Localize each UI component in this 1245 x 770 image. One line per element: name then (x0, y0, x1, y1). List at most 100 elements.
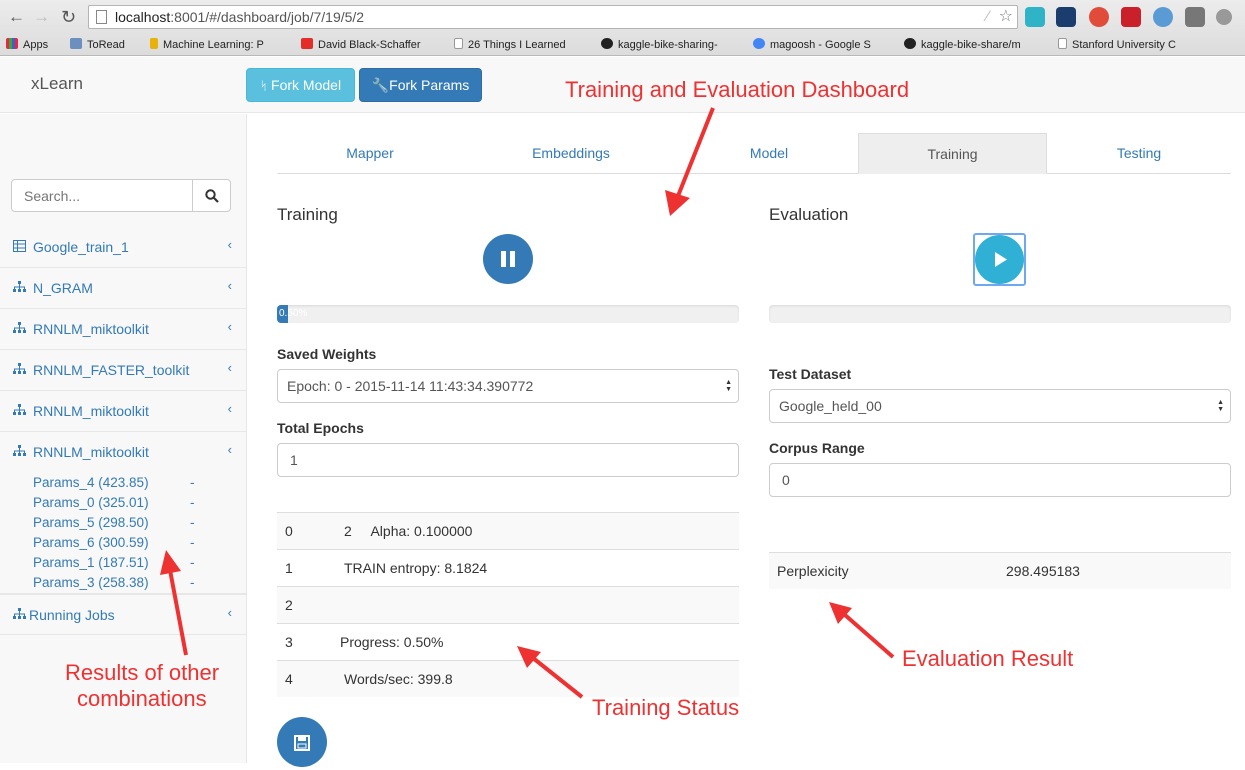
dashboard-tabs: Mapper Embeddings Model Training Testing (277, 133, 1231, 174)
bookmark-machine-learning[interactable]: Machine Learning: P (150, 38, 264, 51)
chevron-left-icon: ‹ (227, 442, 232, 457)
sitemap-icon (13, 363, 26, 374)
tab-training[interactable]: Training (858, 133, 1047, 174)
evaluation-result-row: Perplexicity 298.495183 (769, 552, 1231, 589)
sitemap-icon (13, 281, 26, 292)
chevron-left-icon: ‹ (227, 319, 232, 334)
brand[interactable]: xLearn (31, 74, 83, 94)
bookmark-star-icon[interactable]: ☆ (999, 6, 1013, 28)
annotation-training-status: Training Status (592, 695, 740, 720)
sidebar-item-rnnlm-2[interactable]: RNNLM_miktoolkit ‹ (0, 391, 246, 432)
browser-chrome: ← → ↻ localhost:8001/#/dashboard/job/7/1… (0, 0, 1245, 56)
training-title: Training (277, 205, 338, 224)
select-arrows-icon: ▲ ▼ (725, 379, 732, 393)
youtube-icon (301, 38, 313, 49)
extension-bug-icon[interactable] (1216, 9, 1232, 25)
sidebar-item-rnnlm-1[interactable]: RNNLM_miktoolkit ‹ (0, 309, 246, 350)
sidebar-item-running-jobs[interactable]: Running Jobs ‹ (0, 594, 246, 635)
search-icon (205, 189, 219, 203)
extension-c-icon[interactable] (1025, 7, 1045, 27)
table-row: 1 TRAIN entropy: 8.1824 (277, 549, 739, 586)
sitemap-icon (13, 445, 26, 456)
params-item[interactable]: Params_3 (258.38) - (33, 575, 195, 590)
fork-params-button[interactable]: 🔧Fork Params (359, 68, 482, 102)
table-row: 3 Progress: 0.50% (277, 623, 739, 660)
back-icon[interactable]: ← (8, 6, 25, 28)
select-arrows-icon: ▲ ▼ (1217, 399, 1224, 413)
annotation-other-results-2: combinations (77, 686, 207, 711)
wrench-icon: 🔧 (371, 77, 390, 93)
annotation-evaluation-result: Evaluation Result (902, 646, 1074, 671)
extension-v-icon[interactable] (1153, 7, 1173, 27)
params-item[interactable]: Params_0 (325.01) - (33, 495, 195, 510)
table-row: 4 Words/sec: 399.8 (277, 660, 739, 697)
sidebar-item-rnnlm-faster[interactable]: RNNLM_FASTER_toolkit ‹ (0, 350, 246, 391)
pause-button[interactable] (483, 234, 533, 284)
corpus-range-label: Corpus Range (769, 440, 865, 456)
chevron-left-icon: ‹ (227, 605, 232, 620)
training-progress-text: 0.50% (279, 308, 308, 319)
tab-model[interactable]: Model (677, 133, 861, 174)
result-value: 298.495183 (1006, 563, 1080, 579)
sitemap-icon (13, 404, 26, 415)
evaluation-progress (769, 305, 1231, 323)
params-item[interactable]: Params_5 (298.50) - (33, 515, 195, 530)
evaluation-title: Evaluation (769, 205, 849, 224)
search-button[interactable] (192, 180, 230, 211)
pause-icon (501, 251, 515, 267)
bookmark-magoosh[interactable]: magoosh - Google S (753, 38, 871, 51)
save-button[interactable] (277, 717, 327, 767)
extension-stop-icon[interactable] (1121, 7, 1141, 27)
result-label: Perplexicity (777, 563, 849, 579)
extension-robot-icon[interactable] (1185, 7, 1205, 27)
favicon-icon (150, 38, 158, 49)
bookmark-david[interactable]: David Black-Schaffer (301, 38, 421, 51)
sitemap-icon (13, 608, 26, 619)
tab-embeddings[interactable]: Embeddings (473, 133, 669, 174)
table-row: 2 (277, 586, 739, 623)
saved-weights-label: Saved Weights (277, 346, 377, 362)
page-icon (1058, 38, 1067, 49)
test-dataset-label: Test Dataset (769, 366, 852, 382)
total-epochs-input[interactable]: 1 (277, 443, 739, 477)
sidebar-item-n-gram[interactable]: N_GRAM ‹ (0, 268, 246, 309)
page-icon (454, 38, 463, 49)
extension-chart-icon[interactable] (1056, 7, 1076, 27)
bookmark-apps[interactable]: Apps (6, 38, 48, 51)
chevron-left-icon: ‹ (227, 278, 232, 293)
apps-grid-icon (6, 38, 18, 49)
github-icon (601, 38, 613, 49)
test-dataset-select[interactable]: Google_held_00 ▲ ▼ (769, 389, 1231, 423)
tab-testing[interactable]: Testing (1047, 133, 1231, 174)
google-icon (753, 38, 765, 49)
training-progress: 0.50% (277, 305, 739, 323)
sidebar-item-google-train[interactable]: Google_train_1 ‹ (0, 227, 246, 268)
chevron-left-icon: ‹ (227, 360, 232, 375)
params-item[interactable]: Params_1 (187.51) - (33, 555, 195, 570)
tab-mapper[interactable]: Mapper (277, 133, 463, 174)
search-input[interactable] (12, 180, 193, 211)
bookmark-26-things[interactable]: 26 Things I Learned (454, 38, 566, 51)
saved-weights-select[interactable]: Epoch: 0 - 2015-11-14 11:43:34.390772 ▲ ▼ (277, 369, 739, 403)
bookmark-kaggle-bike-share[interactable]: kaggle-bike-share/m (904, 38, 1021, 51)
bookmark-stanford[interactable]: Stanford University C (1058, 38, 1176, 51)
params-item[interactable]: Params_4 (423.85) - (33, 475, 195, 490)
params-item[interactable]: Params_6 (300.59) - (33, 535, 195, 550)
corpus-range-input[interactable]: 0 (769, 463, 1231, 497)
play-button[interactable] (975, 235, 1024, 284)
save-icon (294, 735, 310, 751)
bookmark-toread[interactable]: ToRead (70, 38, 125, 51)
extension-chrome-icon[interactable] (1089, 7, 1109, 27)
address-bar[interactable]: localhost:8001/#/dashboard/job/7/19/5/2 … (88, 5, 1018, 29)
github-icon (904, 38, 916, 49)
no-plugin-icon: ∕ (986, 8, 989, 25)
arrowhead-evaluation-result (829, 602, 852, 624)
search-group (11, 179, 231, 212)
annotation-other-results-1: Results of other (65, 660, 220, 685)
bookmark-kaggle-bike[interactable]: kaggle-bike-sharing- (601, 38, 718, 51)
forward-icon[interactable]: → (33, 6, 50, 28)
table-icon (13, 240, 26, 252)
page-icon (96, 10, 107, 24)
reload-icon[interactable]: ↻ (61, 6, 76, 28)
fork-model-button[interactable]: ᛋ Fork Model (246, 68, 355, 102)
